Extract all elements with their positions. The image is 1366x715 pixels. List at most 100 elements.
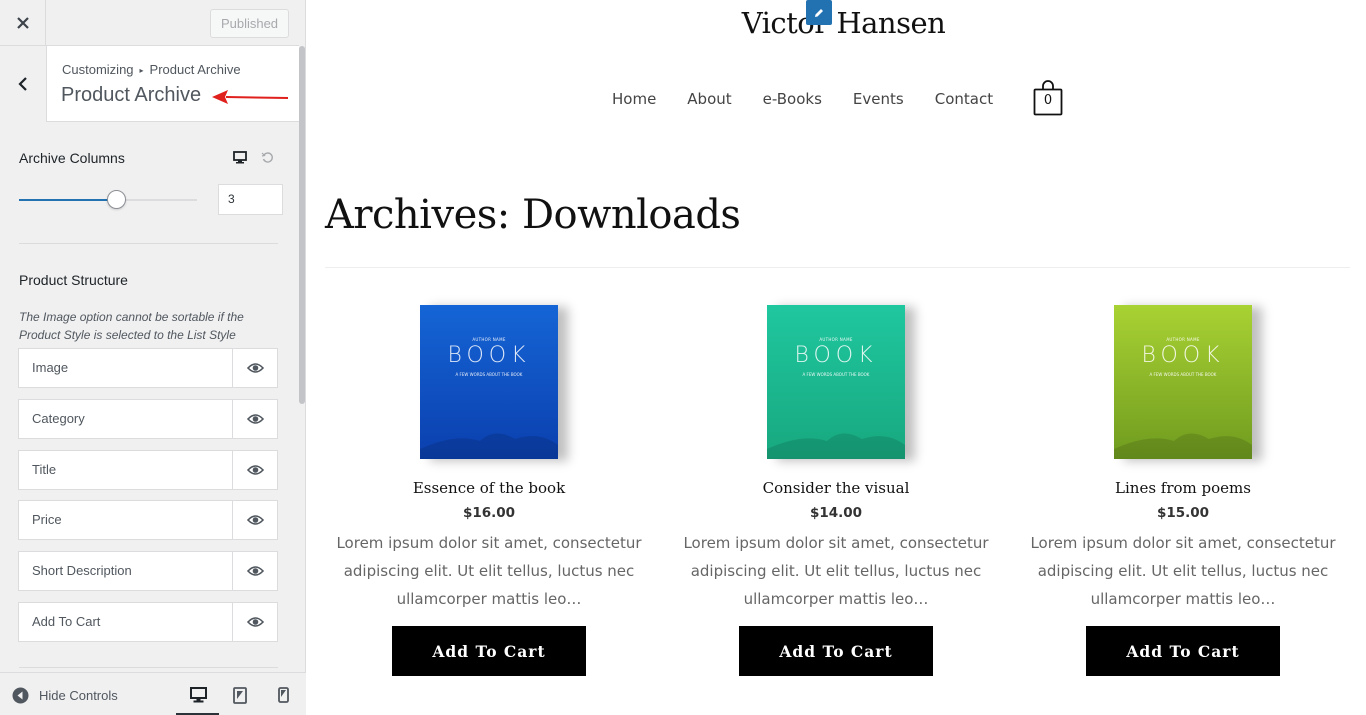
product-structure-note: The Image option cannot be sortable if t… [19, 310, 244, 342]
breadcrumb-current: Product Archive [149, 62, 241, 77]
tablet-icon [233, 686, 247, 704]
cover-author: AUTHOR NAME [472, 337, 506, 342]
close-customizer-button[interactable] [0, 0, 46, 46]
site-preview: Victor Hansen Home About e-Books Events Cont… [306, 0, 1366, 715]
cover-title: BOOK [1141, 343, 1225, 368]
structure-item-label: Category [32, 410, 85, 426]
product-name[interactable]: Essence of the book [324, 479, 654, 497]
product-image[interactable]: AUTHOR NAME BOOK A FEW WORDS ABOUT THE BOO… [420, 305, 558, 459]
desktop-responsive-icon[interactable] [233, 151, 247, 165]
visibility-toggle[interactable] [232, 603, 278, 641]
product-card: AUTHOR NAME BOOK A FEW WORDS ABOUT THE BOO… [1018, 305, 1348, 676]
close-icon [16, 17, 29, 29]
breadcrumb-root: Customizing [62, 62, 134, 77]
structure-item-label: Title [32, 461, 57, 477]
product-card: AUTHOR NAME BOOK A FEW WORDS ABOUT THE BOO… [671, 305, 1001, 676]
cover-title: BOOK [447, 343, 531, 368]
archive-columns-label: Archive Columns [19, 150, 125, 166]
nav-item-home[interactable]: Home [612, 90, 656, 108]
structure-item-label: Image [32, 360, 69, 375]
structure-item[interactable]: Short Description [18, 551, 278, 592]
structure-item[interactable]: Category [18, 398, 278, 439]
nav-item-about[interactable]: About [687, 90, 731, 108]
divider [19, 243, 278, 244]
hide-controls-button[interactable]: Hide Controls [12, 687, 118, 704]
cart-button[interactable]: 0 [1033, 80, 1063, 120]
product-name[interactable]: Consider the visual [671, 479, 1001, 497]
section-header: Customizing ▸ Product Archive Product Arch… [0, 46, 299, 122]
add-to-cart-button[interactable]: Add To Cart [1086, 626, 1280, 676]
breadcrumb-separator-icon: ▸ [139, 66, 144, 75]
product-price: $15.00 [1156, 505, 1210, 521]
customizer-sidebar: Published Customizing ▸ Product Archive Pr… [0, 0, 306, 715]
structure-item[interactable]: Price [18, 500, 278, 541]
visibility-toggle[interactable] [232, 349, 278, 387]
eye-icon [247, 363, 264, 373]
eye-icon [247, 464, 264, 475]
product-image[interactable]: AUTHOR NAME BOOK A FEW WORDS ABOUT THE BOO… [1114, 305, 1252, 459]
structure-item-label: Short Description [32, 563, 132, 579]
cover-author: AUTHOR NAME [1166, 337, 1200, 342]
divider [19, 667, 278, 668]
eye-icon [247, 515, 264, 526]
visibility-toggle[interactable] [232, 552, 278, 591]
product-price: $16.00 [462, 505, 516, 521]
nav-item-e-books[interactable]: e-Books [763, 90, 822, 108]
structure-item-label: Add To Cart [32, 614, 101, 629]
product-description: Lorem ipsum dolor sit amet, consectetur … [1030, 534, 1336, 608]
back-button[interactable] [0, 46, 47, 122]
sidebar-scrollbar[interactable] [299, 46, 305, 404]
annotation-arrow-icon [212, 90, 289, 104]
product-price: $14.00 [809, 505, 863, 521]
collapse-icon [12, 687, 29, 704]
visibility-toggle[interactable] [232, 450, 278, 489]
structure-item[interactable]: Title [18, 449, 278, 490]
product-description: Lorem ipsum dolor sit amet, consectetur … [683, 534, 989, 608]
section-title: Product Archive [61, 84, 202, 106]
archive-title: Archives: Downloads [325, 192, 741, 238]
nav-item-events[interactable]: Events [853, 90, 904, 108]
cover-subtitle: A FEW WORDS ABOUT THE BOOK [802, 372, 870, 377]
content-divider [325, 267, 1350, 268]
eye-icon [247, 414, 264, 424]
site-navigation: Home About e-Books Events Contact [612, 90, 1024, 108]
cover-subtitle: A FEW WORDS ABOUT THE BOOK [1149, 372, 1217, 377]
desktop-icon [189, 687, 207, 703]
product-card: AUTHOR NAME BOOK A FEW WORDS ABOUT THE BOO… [324, 305, 654, 676]
device-desktop-button[interactable] [188, 685, 208, 705]
cover-subtitle: A FEW WORDS ABOUT THE BOOK [455, 372, 523, 377]
reset-icon[interactable] [261, 151, 274, 164]
nav-item-contact[interactable]: Contact [935, 90, 993, 108]
slider-thumb[interactable] [106, 190, 126, 209]
mobile-icon [277, 687, 289, 703]
eye-icon [247, 617, 264, 627]
cover-author: AUTHOR NAME [819, 337, 853, 342]
add-to-cart-button[interactable]: Add To Cart [392, 626, 586, 676]
published-button[interactable]: Published [210, 9, 289, 38]
hide-controls-label: Hide Controls [39, 688, 118, 703]
breadcrumb: Customizing ▸ Product Archive [62, 62, 241, 77]
cart-count: 0 [1043, 93, 1053, 108]
chevron-left-icon [18, 77, 27, 91]
product-structure-label: Product Structure [19, 272, 128, 288]
edit-shortcut-button[interactable] [806, 0, 832, 25]
device-tablet-button[interactable] [230, 685, 250, 705]
cover-landscape-icon [767, 433, 905, 459]
visibility-toggle[interactable] [232, 399, 278, 438]
visibility-toggle[interactable] [232, 501, 278, 540]
structure-item-label: Price [32, 512, 62, 528]
structure-item[interactable]: Add To Cart [18, 602, 278, 642]
customizer-footer: Hide Controls [0, 672, 306, 715]
structure-item[interactable]: Image [18, 348, 278, 388]
slider-fill [19, 199, 117, 201]
cover-landscape-icon [1114, 433, 1252, 459]
product-name[interactable]: Lines from poems [1018, 479, 1348, 497]
eye-icon [247, 566, 264, 576]
cover-landscape-icon [420, 433, 558, 459]
site-title[interactable]: Victor Hansen [306, 6, 1366, 40]
device-mobile-button[interactable] [273, 685, 293, 705]
product-image[interactable]: AUTHOR NAME BOOK A FEW WORDS ABOUT THE BOO… [767, 305, 905, 459]
customizer-header: Published [0, 0, 299, 46]
archive-columns-input[interactable]: 3 [218, 184, 283, 215]
add-to-cart-button[interactable]: Add To Cart [739, 626, 933, 676]
